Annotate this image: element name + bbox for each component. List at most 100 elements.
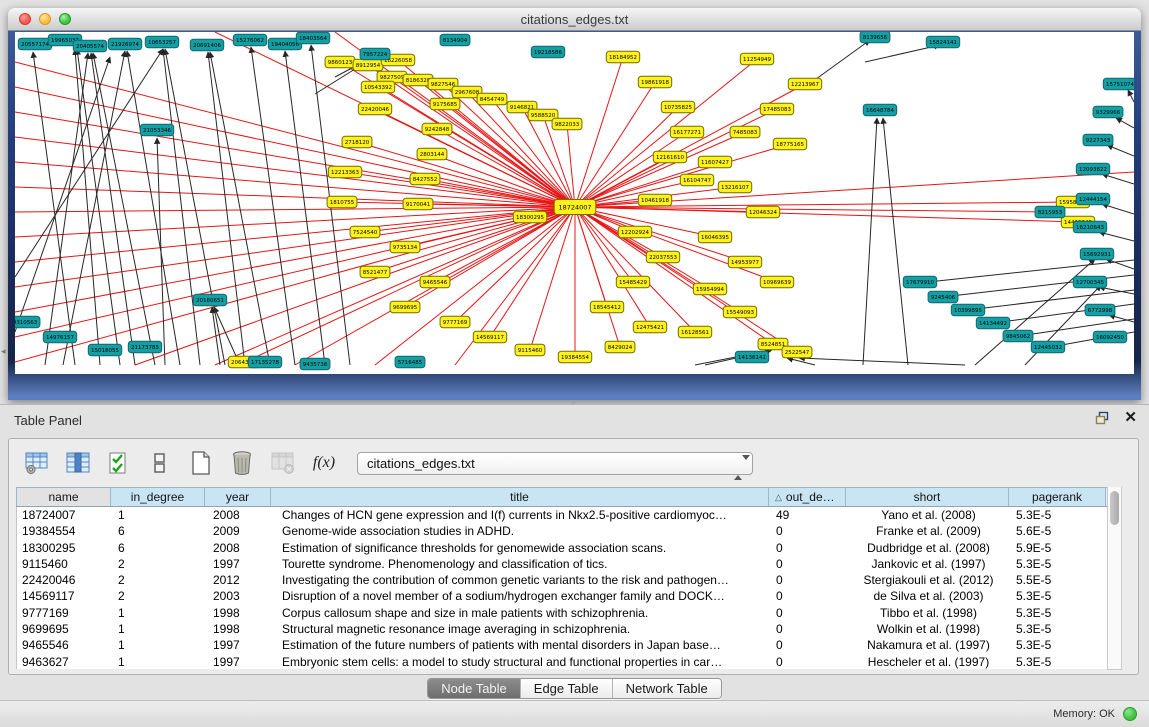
network-node[interactable]: 17485083 [760,103,793,115]
network-node[interactable]: 12475421 [633,321,666,333]
table-row[interactable]: 1830029562008Estimation of significance … [17,540,1107,556]
network-node[interactable]: 12444154 [1076,193,1109,205]
show-column-icon[interactable] [64,449,92,477]
network-node[interactable]: 12202924 [618,226,651,238]
network-node[interactable]: 5716485 [395,356,425,368]
network-node[interactable]: 9115460 [515,344,545,356]
network-node[interactable]: 18403564 [296,32,329,44]
network-node[interactable]: 8429024 [605,341,635,353]
network-node[interactable]: 12093822 [1076,163,1109,175]
network-node[interactable]: 9329966 [1093,106,1123,118]
close-panel-icon[interactable]: ✕ [1124,411,1137,425]
column-header-out_de[interactable]: △out_de… [769,488,846,506]
table-row[interactable]: 2242004622012Investigating the contribut… [17,572,1107,588]
network-node[interactable]: 17135278 [248,356,281,368]
network-node[interactable]: 9175685 [430,98,460,110]
network-node[interactable]: 8427552 [410,173,440,185]
network-node[interactable]: 10735825 [661,101,694,113]
network-node[interactable]: 9465546 [420,276,450,288]
network-node[interactable]: 14569117 [473,331,506,343]
network-node[interactable]: 12700345 [1073,276,1106,288]
table-row[interactable]: 1872400712008Changes of HCN gene express… [17,507,1107,523]
column-header-in_degree[interactable]: in_degree [111,488,205,506]
network-node[interactable]: 7485083 [730,126,760,138]
new-column-icon[interactable] [187,449,215,477]
network-node[interactable]: 16092450 [1093,331,1126,343]
network-node[interactable]: 16128561 [678,326,711,338]
network-node[interactable]: 12445032 [1031,341,1064,353]
network-node[interactable]: 7957224 [360,48,390,60]
network-node[interactable]: 10461918 [638,194,671,206]
network-node[interactable]: 12046324 [746,206,779,218]
network-canvas[interactable]: 9860123891295418226058982750981863281054… [15,32,1134,374]
float-panel-icon[interactable] [1095,411,1110,425]
table-row[interactable]: 1938455462009Genome-wide association stu… [17,523,1107,539]
network-node[interactable]: 14134492 [976,317,1009,329]
function-builder-icon[interactable]: f(x) [310,449,338,477]
table-row[interactable]: 969969511998Structural magnetic resonanc… [17,621,1107,637]
network-node[interactable]: 9845062 [1003,330,1033,342]
table-mode-icon[interactable] [23,449,51,477]
table-row[interactable]: 911546021997Tourette syndrome. Phenomeno… [17,556,1107,572]
network-node[interactable]: 8134904 [440,34,470,46]
network-node[interactable]: 15549093 [723,306,756,318]
network-node[interactable]: 14976157 [43,331,76,343]
column-header-pagerank[interactable]: pagerank [1009,488,1106,506]
network-node[interactable]: 9310563 [15,316,40,328]
network-node[interactable]: 9822033 [552,118,582,130]
network-node[interactable]: 18775165 [773,138,806,150]
column-header-short[interactable]: short [846,488,1009,506]
network-node[interactable]: 12161610 [653,151,686,163]
network-node[interactable]: 10399895 [951,304,984,316]
network-node[interactable]: 20160651 [193,294,226,306]
table-vertical-scrollbar[interactable] [1107,487,1122,670]
network-node[interactable]: 18300295 [513,211,546,223]
network-node[interactable]: 16648784 [863,104,896,116]
network-node[interactable]: 20405574 [73,40,106,52]
network-node[interactable]: 2803144 [417,148,447,160]
network-node[interactable]: 12213967 [788,78,821,90]
network-node[interactable]: 8139656 [860,32,890,43]
network-node[interactable]: 8521477 [360,266,390,278]
tab-node-table[interactable]: Node Table [428,679,521,698]
table-row[interactable]: 977716911998Corpus callosum shape and si… [17,605,1107,621]
network-node[interactable]: 15485429 [616,276,649,288]
network-node[interactable]: 19861918 [638,76,671,88]
network-node[interactable]: 9227343 [1083,134,1113,146]
window-titlebar[interactable]: citations_edges.txt [8,8,1141,31]
network-node[interactable]: 2718120 [342,136,372,148]
network-node[interactable]: 18545412 [590,301,623,313]
network-node[interactable]: 1810755 [327,196,357,208]
network-node[interactable]: 22420046 [358,103,391,115]
network-node[interactable]: 8912954 [353,59,383,71]
network-node[interactable]: 18184952 [606,51,639,63]
network-node[interactable]: 16177271 [670,126,703,138]
tab-edge-table[interactable]: Edge Table [521,679,613,698]
panel-collapse-arrow-icon[interactable]: ◂ [1,346,6,357]
network-node[interactable]: 8454749 [477,93,507,105]
network-node[interactable]: 2522547 [782,346,812,358]
network-node[interactable]: 10543392 [361,81,394,93]
network-node[interactable]: 16104747 [680,174,713,186]
scrollbar-thumb[interactable] [1110,491,1119,525]
network-node[interactable]: 15824141 [926,36,959,48]
network-node[interactable]: 15954994 [693,283,726,295]
network-node[interactable]: 10969639 [760,276,793,288]
network-node[interactable]: 16210643 [1073,221,1106,233]
network-node[interactable]: 11607427 [698,156,731,168]
network-node[interactable]: 14953977 [728,256,761,268]
network-node[interactable]: 15018055 [88,344,121,356]
table-row[interactable]: 946362711997Embryonic stem cells: a mode… [17,654,1107,669]
network-node[interactable]: 21173785 [128,341,161,353]
network-node[interactable]: 7524540 [350,226,380,238]
network-node[interactable]: 9170041 [403,198,433,210]
network-node[interactable]: 12213363 [328,166,361,178]
network-node[interactable]: 20557174 [18,38,51,50]
network-node[interactable]: 9860123 [325,56,355,68]
network-node[interactable]: 17679910 [903,276,936,288]
network-node[interactable]: 13216107 [718,181,751,193]
column-header-name[interactable]: name [16,488,111,506]
network-node[interactable]: 9435738 [300,358,330,370]
network-node[interactable]: 15751074 [1103,78,1134,90]
network-node[interactable]: 20691406 [190,39,223,51]
